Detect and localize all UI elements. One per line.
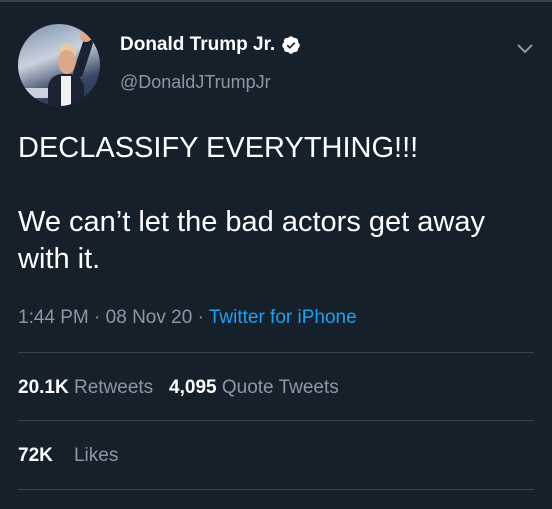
- divider: [18, 352, 534, 353]
- meta-separator: ·: [94, 307, 101, 328]
- chevron-down-icon[interactable]: [513, 36, 537, 60]
- author-handle[interactable]: @DonaldJTrumpJr: [120, 72, 271, 93]
- quote-tweets-stat[interactable]: 4,095 Quote Tweets: [169, 377, 339, 398]
- author-name[interactable]: Donald Trump Jr.: [120, 34, 275, 56]
- retweets-count: 20.1K: [18, 377, 69, 398]
- tweet-source-link[interactable]: Twitter for iPhone: [209, 307, 357, 328]
- likes-label: Likes: [73, 445, 119, 466]
- verified-badge-icon: [282, 36, 300, 54]
- author-name-row[interactable]: Donald Trump Jr.: [120, 34, 301, 56]
- tweet-text: DECLASSIFY EVERYTHING!!! We can’t let th…: [18, 130, 538, 278]
- avatar[interactable]: [18, 24, 100, 106]
- top-divider: [0, 0, 552, 2]
- tweet-meta: 1:44 PM · 08 Nov 20 · Twitter for iPhone: [18, 307, 357, 329]
- meta-separator: ·: [197, 307, 204, 328]
- tweet-line-2: We can’t let the bad actors get away wit…: [18, 206, 485, 275]
- quotes-count: 4,095: [169, 377, 217, 398]
- divider: [18, 489, 534, 490]
- divider: [18, 420, 534, 421]
- quotes-label: Quote Tweets: [221, 377, 339, 398]
- retweets-stat[interactable]: 20.1K Retweets: [18, 377, 153, 398]
- retweet-stats-row: 20.1K Retweets 4,095 Quote Tweets: [18, 377, 339, 399]
- tweet-time[interactable]: 1:44 PM: [18, 307, 89, 328]
- likes-stats-row: 72K Likes: [18, 445, 118, 467]
- retweets-label: Retweets: [73, 377, 154, 398]
- likes-count: 72K: [18, 445, 53, 466]
- tweet-line-1: DECLASSIFY EVERYTHING!!!: [18, 132, 419, 164]
- tweet-date[interactable]: 08 Nov 20: [106, 307, 193, 328]
- likes-stat[interactable]: 72K Likes: [18, 445, 118, 466]
